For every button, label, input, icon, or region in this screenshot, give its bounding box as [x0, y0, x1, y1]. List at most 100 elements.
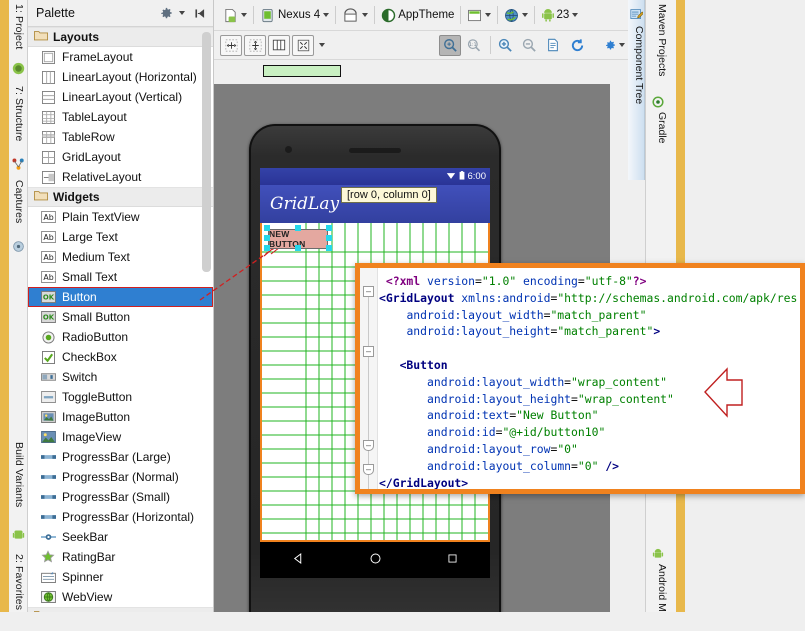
chevron-down-icon[interactable] — [522, 13, 528, 17]
palette-item-gridlayout[interactable]: GridLayout — [28, 147, 213, 167]
framelayout-icon — [40, 50, 56, 64]
svg-text:OK: OK — [42, 294, 54, 302]
palette-item-togglebutton[interactable]: ToggleButton — [28, 387, 213, 407]
palette-item-progressbar-horizontal[interactable]: ProgressBar (Horizontal) — [28, 507, 213, 527]
resize-handle-sw[interactable] — [264, 245, 270, 251]
palette-group-widgets[interactable]: Widgets — [28, 187, 213, 207]
status-bar-time: 6:00 — [468, 171, 487, 182]
resize-button[interactable] — [292, 35, 314, 56]
editor-config-toolbar: Nexus 4 AppTheme — [214, 0, 628, 31]
palette-item-small-button[interactable]: OK Small Button — [28, 307, 213, 327]
palette-item-framelayout[interactable]: FrameLayout — [28, 47, 213, 67]
api-level-select[interactable]: 23 — [538, 3, 581, 27]
palette-item-label: ProgressBar (Normal) — [62, 470, 179, 484]
zoom-out-button[interactable] — [518, 35, 540, 56]
palette-item-label: Medium Text — [62, 250, 130, 264]
toolbar-separator — [374, 6, 375, 24]
fold-end-button[interactable]: – — [363, 440, 374, 451]
palette-item-linearlayout-vertical[interactable]: LinearLayout (Vertical) — [28, 87, 213, 107]
palette-item-progressbar-small[interactable]: ProgressBar (Small) — [28, 487, 213, 507]
palette-item-relativelayout[interactable]: RelativeLayout — [28, 167, 213, 187]
palette-item-progressbar-normal[interactable]: ProgressBar (Normal) — [28, 467, 213, 487]
activity-select[interactable] — [464, 3, 494, 27]
palette-group-layouts[interactable]: Layouts — [28, 27, 213, 47]
distribute-horizontal-button[interactable] — [220, 35, 242, 56]
tool-tab-component-tree[interactable]: Component Tree — [628, 0, 645, 180]
xml-source-text[interactable]: <?xml version="1.0" encoding="utf-8"?><G… — [379, 273, 800, 489]
palette-item-label: ImageView — [62, 430, 121, 444]
sidebar-item-captures[interactable]: Captures — [9, 178, 28, 236]
chevron-down-icon[interactable] — [572, 13, 578, 17]
gear-caret-icon[interactable] — [179, 11, 185, 15]
zoom-actual-button[interactable]: 1:1 — [463, 35, 485, 56]
code-fold-gutter[interactable]: – – – – — [360, 268, 378, 489]
device-config-button[interactable] — [220, 3, 250, 27]
palette-item-switch[interactable]: Switch — [28, 367, 213, 387]
palette-item-linearlayout-horizontal[interactable]: LinearLayout (Horizontal) — [28, 67, 213, 87]
palette-item-imageview[interactable]: ImageView — [28, 427, 213, 447]
palette-item-label: Large Text — [62, 230, 118, 244]
palette-item-imagebutton[interactable]: ImageButton — [28, 407, 213, 427]
resize-handle-n[interactable] — [295, 225, 301, 231]
settings-button[interactable] — [604, 35, 626, 56]
device-select[interactable]: Nexus 4 — [257, 3, 332, 27]
palette-item-tablelayout[interactable]: TableLayout — [28, 107, 213, 127]
render-button[interactable] — [542, 35, 564, 56]
fold-toggle-button[interactable]: – — [363, 346, 374, 357]
resize-handle-s[interactable] — [295, 245, 301, 251]
tool-tab-label: Maven Projects — [656, 4, 668, 76]
home-icon[interactable] — [368, 551, 383, 569]
theme-select[interactable]: AppTheme — [378, 3, 457, 27]
sidebar-item-project[interactable]: 1: Project — [9, 2, 28, 60]
tool-tab-android-monitor[interactable]: Android Mo — [649, 564, 668, 618]
chevron-down-icon[interactable] — [241, 13, 247, 17]
zoom-fit-button[interactable] — [439, 35, 461, 56]
palette-item-small-text[interactable]: Ab Small Text — [28, 267, 213, 287]
selected-widget-button[interactable]: NEW BUTTON — [264, 225, 332, 251]
orientation-select[interactable] — [339, 3, 371, 27]
sidebar-item-structure[interactable]: 7: Structure — [9, 84, 28, 154]
progressbar-icon — [40, 470, 56, 484]
palette-scrollbar[interactable] — [202, 32, 211, 272]
xml-code-overlay[interactable]: – – – – <?xml version="1.0" encoding="ut… — [355, 263, 805, 494]
palette-item-label: Spinner — [62, 570, 103, 584]
tool-tab-gradle[interactable]: Gradle — [649, 112, 668, 144]
fold-toggle-gridlayout[interactable]: – — [363, 286, 374, 297]
resize-handle-w[interactable] — [264, 235, 270, 241]
palette-item-spinner[interactable]: Spinner — [28, 567, 213, 587]
resize-handle-se[interactable] — [326, 245, 332, 251]
palette-item-radiobutton[interactable]: RadioButton — [28, 327, 213, 347]
tool-tab-maven-projects[interactable]: Maven Projects — [649, 4, 668, 76]
chevron-down-icon[interactable] — [362, 13, 368, 17]
palette-item-large-text[interactable]: Ab Large Text — [28, 227, 213, 247]
columns-button[interactable] — [268, 35, 290, 56]
chevron-down-icon[interactable] — [323, 13, 329, 17]
progressbar-icon — [40, 510, 56, 524]
palette-item-seekbar[interactable]: SeekBar — [28, 527, 213, 547]
palette-list[interactable]: Layouts FrameLayout LinearLayout (Horizo… — [28, 27, 213, 631]
resize-handle-e[interactable] — [326, 235, 332, 241]
back-icon[interactable] — [291, 551, 306, 569]
palette-item-ratingbar[interactable]: RatingBar — [28, 547, 213, 567]
palette-item-button[interactable]: OK Button — [28, 287, 213, 307]
refresh-button[interactable] — [566, 35, 588, 56]
chevron-down-icon[interactable] — [619, 43, 625, 47]
palette-item-plain-textview[interactable]: Ab Plain TextView — [28, 207, 213, 227]
fold-end-gridlayout[interactable]: – — [363, 464, 374, 475]
distribute-vertical-button[interactable] — [244, 35, 266, 56]
locale-select[interactable] — [501, 3, 531, 27]
resize-handle-ne[interactable] — [326, 225, 332, 231]
zoom-in-button[interactable] — [494, 35, 516, 56]
palette-item-webview[interactable]: WebView — [28, 587, 213, 607]
chevron-down-icon[interactable] — [485, 13, 491, 17]
palette-item-medium-text[interactable]: Ab Medium Text — [28, 247, 213, 267]
gear-icon[interactable] — [156, 4, 176, 22]
sidebar-item-build-variants[interactable]: Build Variants — [9, 440, 28, 524]
chevron-down-icon[interactable] — [319, 43, 325, 47]
palette-item-checkbox[interactable]: CheckBox — [28, 347, 213, 367]
recents-icon[interactable] — [446, 552, 459, 568]
resize-handle-nw[interactable] — [264, 225, 270, 231]
palette-item-tablerow[interactable]: TableRow — [28, 127, 213, 147]
collapse-icon[interactable] — [189, 4, 209, 22]
palette-item-progressbar-large[interactable]: ProgressBar (Large) — [28, 447, 213, 467]
